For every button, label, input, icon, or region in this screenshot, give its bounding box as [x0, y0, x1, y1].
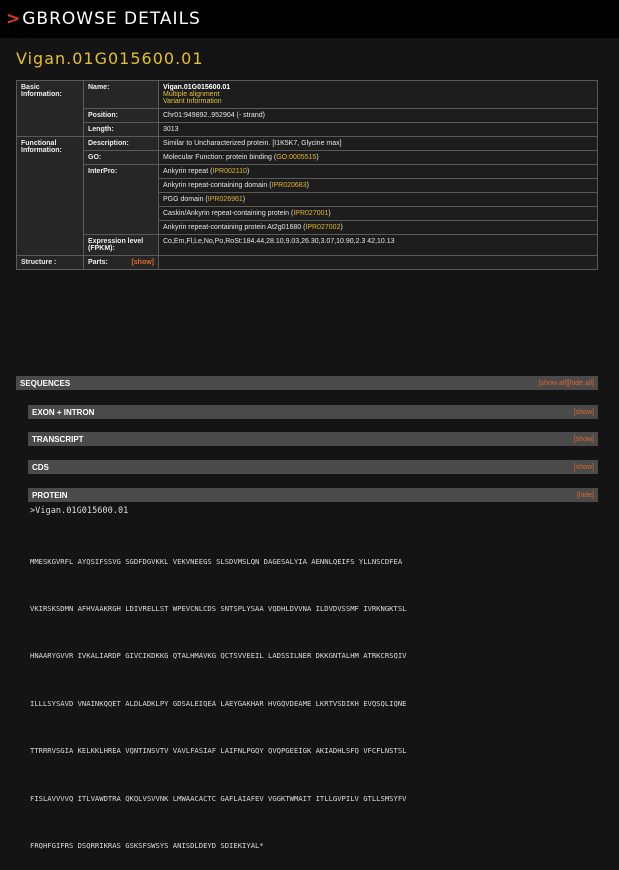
functional-info-label: Functional Information: — [16, 136, 84, 256]
transcript-label: TRANSCRIPT — [32, 434, 84, 444]
position-value[interactable]: Chr01:949892..952904 (- strand) — [158, 108, 598, 123]
interpro-label: InterPro: — [83, 164, 159, 235]
sequences-bar: SEQUENCES [show all][hide all] — [16, 376, 598, 390]
protein-sequence: MMESKGVRFL AYQSIFSSVG SGDFDGVKKL VEKVNEE… — [30, 522, 615, 870]
protein-sequence-id: >Vigan.01G015600.01 — [30, 506, 129, 516]
cds-label: CDS — [32, 462, 49, 472]
interpro-close: ) — [246, 168, 250, 175]
structure-label: Structure : — [16, 255, 84, 270]
variant-information-link[interactable]: Variant Information — [163, 98, 593, 105]
sequence-line: ILLLSYSAVD VNAINKQQET ALDLADKLPY GDSALEI… — [30, 698, 407, 708]
gene-title: Vigan.01G015600.01 — [16, 49, 204, 68]
name-cell: Vigan.01G015600.01 Multiple alignment Va… — [158, 80, 598, 109]
sequences-label: SEQUENCES — [20, 378, 71, 388]
interpro-text: Caskin/Ankyrin repeat-containing protein… — [163, 210, 294, 217]
sequence-line: MMESKGVRFL AYQSIFSSVG SGDFDGVKKL VEKVNEE… — [30, 556, 403, 566]
protein-label: PROTEIN — [32, 490, 68, 500]
expression-value: Co,Em,Fl,Le,No,Po,RoSt:184.44,28.10,9.03… — [158, 234, 598, 256]
parts-label: Parts: — [88, 259, 108, 266]
exon-intron-bar[interactable]: EXON + INTRON [show] — [28, 405, 598, 419]
name-label: Name: — [83, 80, 159, 109]
description-value: Similar to Uncharacterized protein. [I1K… — [158, 136, 598, 151]
cds-show-link[interactable]: [show] — [574, 464, 594, 471]
page-header: > GBROWSE DETAILS — [0, 0, 619, 38]
sequence-line: TTRRRVSGIA KELKKLHREA VQNTINSVTV VAVLFAS… — [30, 746, 407, 756]
parts-show-link[interactable]: [show] — [131, 259, 154, 266]
interpro-link[interactable]: IPR027001 — [293, 210, 328, 217]
transcript-bar[interactable]: TRANSCRIPT [show] — [28, 432, 598, 446]
go-link[interactable]: GO:0005515 — [276, 154, 316, 161]
interpro-link[interactable]: IPR026961 — [208, 196, 243, 203]
basic-info-label: Basic Information: — [16, 80, 84, 137]
interpro-text: Ankyrin repeat-containing protein At2g01… — [163, 224, 306, 231]
structure-value — [158, 255, 598, 270]
interpro-row: Ankyrin repeat-containing domain (IPR020… — [158, 178, 598, 193]
exon-show-link[interactable]: [show] — [574, 409, 594, 416]
interpro-link[interactable]: IPR002110 — [212, 168, 247, 175]
sequence-line: VKIRSKSDMN AFHVAAKRGH LDIVRELLST WPEVCNL… — [30, 603, 407, 613]
sequence-line: FISLAVVVVQ ITLVAWDTRA QKQLVSVVNK LMWAACA… — [30, 793, 407, 803]
interpro-text: PGG domain ( — [163, 196, 208, 203]
sequence-line: HNAARYGVVR IVKALIARDP GIVCIKDKKG QTALHMA… — [30, 651, 407, 661]
multiple-alignment-link[interactable]: Multiple alignment — [163, 91, 593, 98]
expression-label: Expression level (FPKM): — [83, 234, 159, 256]
interpro-link[interactable]: IPR027002 — [305, 224, 340, 231]
transcript-show-link[interactable]: [show] — [574, 436, 594, 443]
interpro-row: PGG domain (IPR026961) — [158, 192, 598, 207]
go-value: Molecular Function: protein binding (GO:… — [158, 150, 598, 165]
go-close: ) — [316, 154, 319, 161]
interpro-text: Ankyrin repeat-containing domain ( — [163, 182, 272, 189]
interpro-close: ) — [242, 196, 246, 203]
go-label: GO: — [83, 150, 159, 165]
page-title: GBROWSE DETAILS — [22, 9, 201, 29]
interpro-link[interactable]: IPR020683 — [272, 182, 307, 189]
parts-cell: Parts: [show] — [83, 255, 159, 270]
go-text: Molecular Function: protein binding ( — [163, 154, 277, 161]
interpro-row: Ankyrin repeat-containing protein At2g01… — [158, 220, 598, 235]
description-label: Description: — [83, 136, 159, 151]
sequence-line: FRQHFGIFRS DSQRRIKRAS GSKSFSWSYS ANISDLD… — [30, 840, 264, 850]
length-value: 3013 — [158, 122, 598, 137]
show-hide-all-link[interactable]: [show all][hide all] — [539, 380, 594, 387]
exon-intron-label: EXON + INTRON — [32, 407, 95, 417]
cds-bar[interactable]: CDS [show] — [28, 460, 598, 474]
interpro-row: Ankyrin repeat (IPR002110) — [158, 164, 598, 179]
position-label: Position: — [83, 108, 159, 123]
protein-hide-link[interactable]: [hide] — [577, 492, 594, 499]
interpro-close: ) — [306, 182, 309, 189]
interpro-close: ) — [328, 210, 331, 217]
length-label: Length: — [83, 122, 159, 137]
interpro-close: ) — [340, 224, 343, 231]
interpro-row: Caskin/Ankyrin repeat-containing protein… — [158, 206, 598, 221]
details-table: Basic Information: Name: Vigan.01G015600… — [16, 80, 598, 270]
interpro-text: Ankyrin repeat ( — [163, 168, 213, 175]
name-value: Vigan.01G015600.01 — [163, 84, 231, 91]
chevron-icon: > — [6, 9, 22, 29]
protein-bar[interactable]: PROTEIN [hide] — [28, 488, 598, 502]
